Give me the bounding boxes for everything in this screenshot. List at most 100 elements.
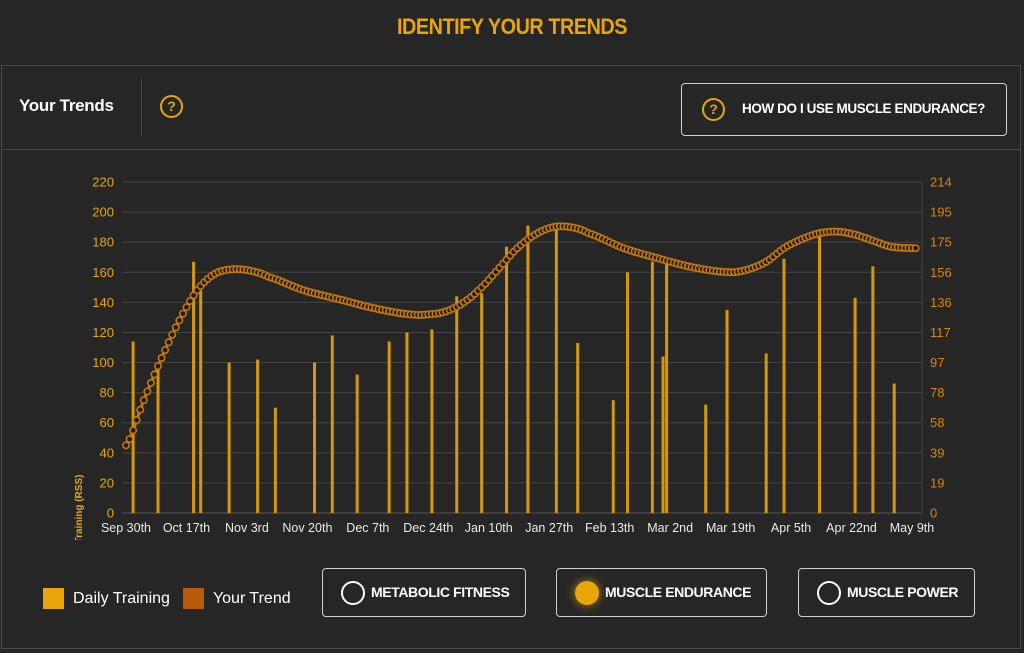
y-tick-label: 60 (100, 415, 114, 430)
mode-button-metabolic-fitness[interactable]: METABOLIC FITNESS (322, 568, 526, 617)
radio-icon (341, 581, 365, 605)
bar (892, 383, 896, 513)
bar (661, 356, 665, 513)
trend-point (146, 378, 155, 387)
y-tick-label: 20 (100, 475, 114, 490)
bar (273, 407, 277, 513)
bar (576, 342, 580, 513)
bar (199, 290, 203, 513)
y-tick-label: 80 (100, 385, 114, 400)
bar (853, 297, 857, 513)
trend-point (136, 405, 145, 414)
trend-point (175, 316, 184, 325)
x-tick-label: Jan 27th (525, 521, 573, 535)
trend-point (125, 435, 134, 444)
legend-swatch-your-trend (182, 588, 204, 609)
x-tick-label: Jan 10th (465, 521, 513, 535)
y-tick-label: 120 (92, 325, 114, 340)
bar (725, 309, 729, 513)
bar (611, 400, 615, 513)
bar (256, 359, 260, 513)
panel-title: Your Trends (19, 96, 114, 115)
trend-chart: 0 20 40 60 80 100 120 140 160 180 200 220 0 19 39 58 78… (74, 175, 952, 541)
trend-point (178, 309, 187, 318)
legend-swatch-daily-training (43, 588, 64, 609)
trend-point (132, 416, 141, 425)
bar (764, 353, 768, 513)
y-axis-label: Training (RSS) (74, 475, 85, 540)
x-axis: Sep 30th Oct 17th Nov 3rd Nov 20th Dec 7th De… (101, 521, 934, 535)
trend-point (164, 338, 173, 347)
x-tick-label: Mar 2nd (647, 521, 693, 535)
y2-tick-label: 0 (930, 506, 937, 521)
legend-label-your-trend: Your Trend (212, 589, 291, 607)
mode-button-muscle-endurance[interactable]: MUSCLE ENDURANCE (556, 568, 767, 617)
x-tick-label: Apr 22nd (826, 521, 877, 535)
trend-point (154, 362, 163, 371)
x-tick-label: Apr 5th (771, 521, 811, 535)
bar (227, 362, 231, 513)
how-to-use-button[interactable]: ? HOW DO I USE MUSCLE ENDURANCE? (681, 83, 1007, 136)
y2-tick-label: 136 (930, 295, 952, 310)
trend-point (171, 323, 180, 332)
trend-point (150, 370, 159, 379)
y2-tick-label: 214 (930, 175, 952, 190)
x-tick-label: Feb 13th (585, 521, 634, 535)
trend-point (182, 303, 191, 312)
mode-button-muscle-power[interactable]: MUSCLE POWER (798, 568, 975, 617)
mode-label: METABOLIC FITNESS (371, 584, 510, 600)
bar (387, 341, 391, 513)
y-axis-left: 0 20 40 60 80 100 120 140 160 180 200 220 (92, 175, 114, 521)
trend-line (124, 224, 916, 447)
bar (650, 261, 654, 513)
trend-point (161, 346, 170, 355)
bar (505, 246, 509, 513)
y-tick-label: 220 (92, 175, 114, 190)
y2-tick-label: 39 (930, 445, 944, 460)
x-tick-label: Oct 17th (163, 521, 210, 535)
y2-tick-label: 58 (930, 415, 944, 430)
page-title: IDENTIFY YOUR TRENDS (396, 14, 628, 39)
y-axis-right: 0 19 39 58 78 97 117 136 156 175 195 214 (930, 175, 952, 521)
radio-icon (817, 581, 841, 605)
legend: Daily Training Your Trend (43, 588, 304, 609)
bar (625, 272, 629, 513)
y2-tick-label: 19 (930, 475, 944, 490)
question-circle-icon[interactable]: ? (160, 95, 183, 118)
bar (554, 228, 558, 513)
trend-point (143, 387, 152, 396)
y2-tick-label: 97 (930, 355, 944, 370)
bar (526, 225, 530, 513)
y2-tick-label: 175 (930, 235, 952, 250)
bar (455, 296, 459, 513)
mode-label: MUSCLE POWER (847, 584, 959, 600)
trend-point (122, 441, 131, 450)
y-tick-label: 160 (92, 265, 114, 280)
radio-icon (575, 581, 599, 605)
grid-lines (122, 181, 923, 514)
x-tick-label: Sep 30th (101, 521, 151, 535)
y2-tick-label: 156 (930, 265, 952, 280)
trend-point (168, 330, 177, 339)
bar (355, 374, 359, 513)
bar (704, 404, 708, 513)
bar (871, 266, 875, 513)
x-tick-label: May 9th (890, 521, 935, 535)
y-tick-label: 200 (92, 205, 114, 220)
x-tick-label: Dec 24th (403, 521, 453, 535)
y-tick-label: 140 (92, 295, 114, 310)
y-tick-label: 0 (107, 506, 114, 521)
y2-tick-label: 117 (930, 325, 951, 340)
x-tick-label: Nov 20th (282, 521, 332, 535)
mode-label: MUSCLE ENDURANCE (605, 584, 752, 600)
x-tick-label: Nov 3rd (225, 521, 269, 535)
trend-point (129, 426, 138, 435)
y-tick-label: 100 (92, 355, 114, 370)
bar (782, 258, 786, 513)
trend-point (911, 244, 920, 253)
y-tick-label: 40 (100, 445, 114, 460)
how-to-use-label: HOW DO I USE MUSCLE ENDURANCE? (742, 101, 986, 116)
trend-point (157, 354, 166, 363)
trend-point (139, 396, 148, 405)
header-divider (141, 78, 142, 136)
